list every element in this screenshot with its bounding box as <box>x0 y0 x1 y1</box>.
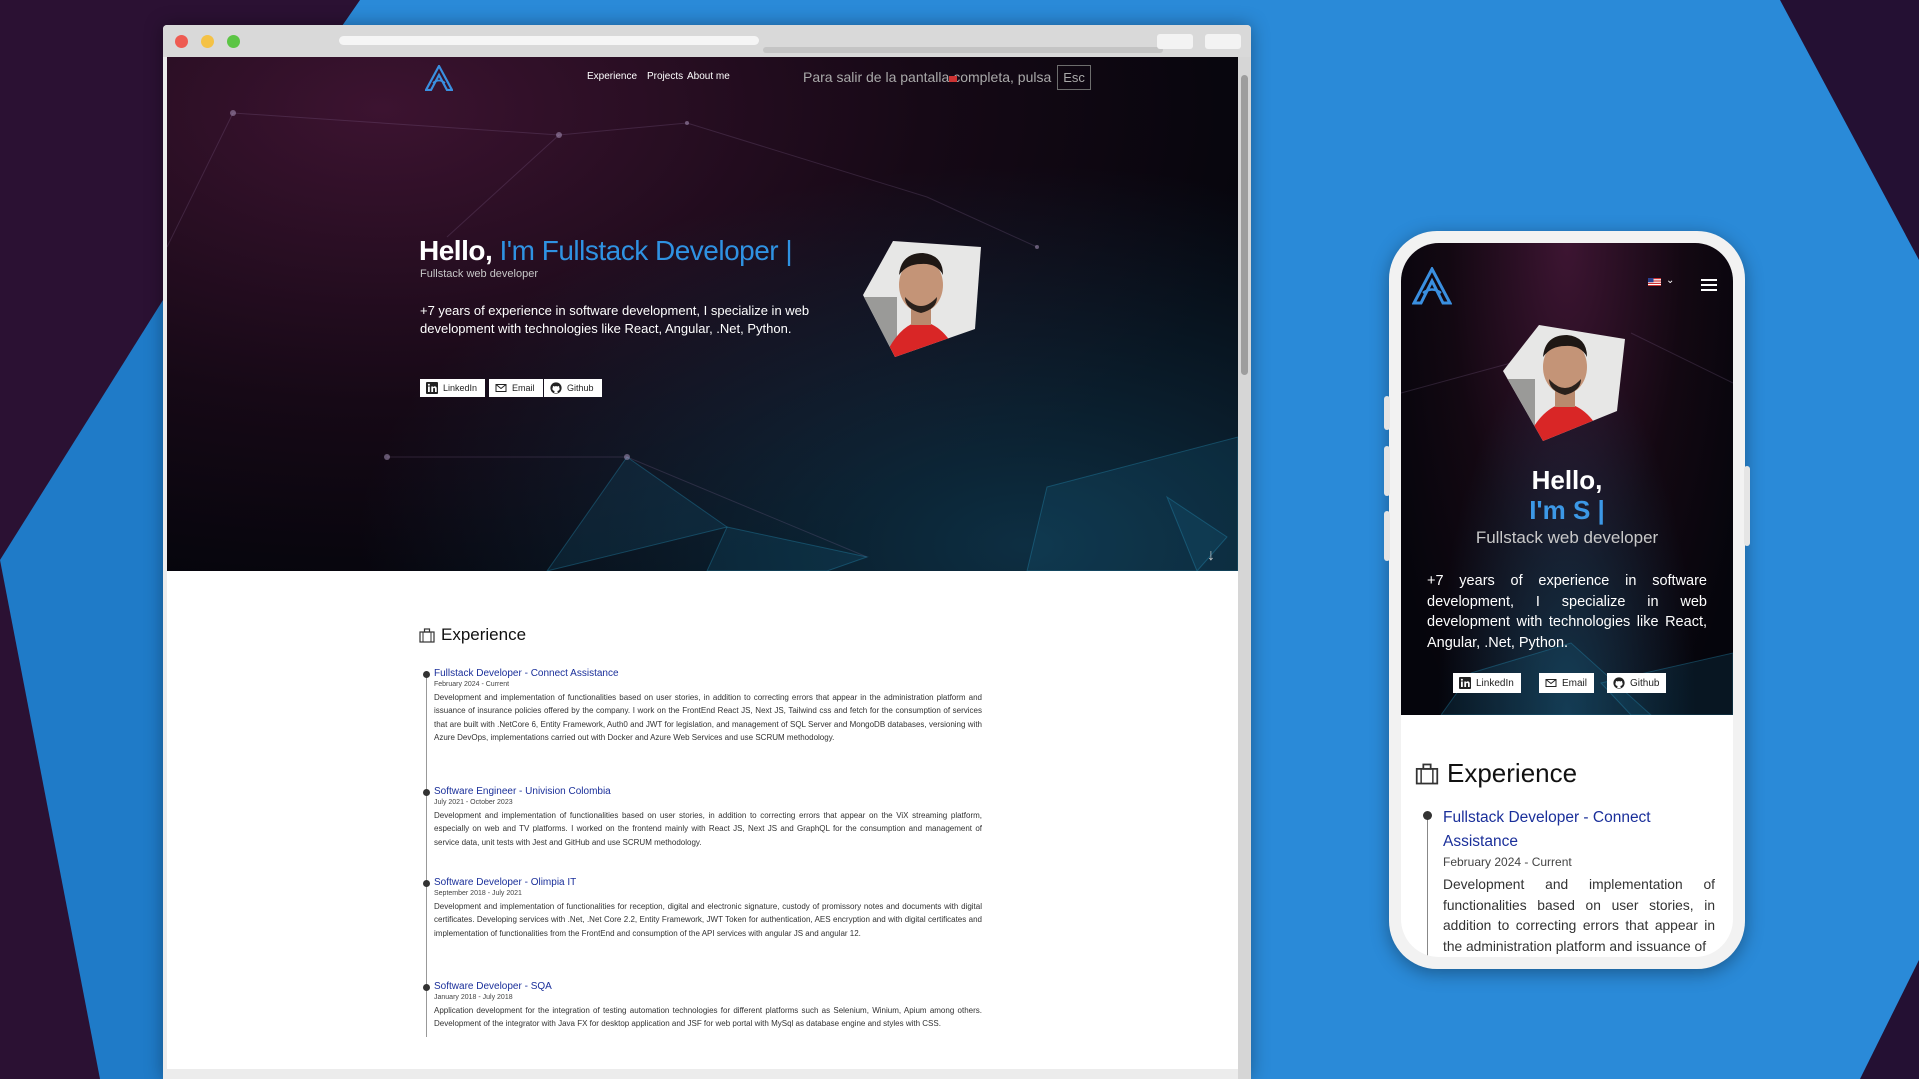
language-flag-icon[interactable] <box>949 76 957 82</box>
phone-side-button <box>1384 396 1390 430</box>
timeline-bullet <box>423 789 430 796</box>
timeline-bullet <box>423 984 430 991</box>
phone-power-button <box>1744 466 1750 546</box>
job-description: Application development for the integrat… <box>434 1006 982 1029</box>
mail-icon <box>495 384 507 392</box>
hero-hello: Hello, <box>419 235 493 266</box>
scrollbar-thumb[interactable] <box>1241 75 1248 375</box>
desktop-browser-window: Experience Projects About me Para salir … <box>163 25 1251 1079</box>
us-flag-icon[interactable] <box>1648 278 1661 286</box>
nav-about-link[interactable]: About me <box>687 71 730 82</box>
desktop-page-viewport: Experience Projects About me Para salir … <box>167 57 1238 1079</box>
hero-headline: I'm Fullstack Developer | <box>499 235 793 266</box>
email-button[interactable]: Email <box>489 379 543 397</box>
job-entry: Software Developer - Olimpia IT Septembe… <box>423 877 982 940</box>
job-entry: Fullstack Developer - Connect Assistance… <box>423 668 982 745</box>
timeline-bullet <box>423 671 430 678</box>
job-date: February 2024 - Current <box>434 681 510 688</box>
minimize-window-button[interactable] <box>201 35 214 48</box>
fullscreen-notice: Para salir de la pantalla completa, puls… <box>803 63 1091 91</box>
mobile-experience-title: Experience <box>1447 758 1578 788</box>
job-title[interactable]: Fullstack Developer - Connect Assistance <box>434 668 982 679</box>
site-logo-icon[interactable] <box>425 65 453 91</box>
job-description: Development and implementation of functi… <box>434 811 982 847</box>
experience-heading: Experience <box>419 625 526 645</box>
mail-icon <box>1545 679 1557 687</box>
job-description: Development and implementation of functi… <box>434 902 982 938</box>
address-bar-progress <box>763 47 1163 53</box>
desktop-hero-section: Experience Projects About me Para salir … <box>167 57 1238 571</box>
job-title[interactable]: Software Developer - Olimpia IT <box>434 877 982 888</box>
job-date: July 2021 - October 2023 <box>434 799 513 806</box>
hero-subtitle: Fullstack web developer <box>420 268 539 280</box>
mobile-phone-mockup: ⌄ Hello, I'm S | Fullstack web developer… <box>1384 231 1750 969</box>
scroll-down-arrow-icon[interactable]: ↓ <box>1207 547 1215 565</box>
timeline-bullet <box>1423 811 1432 820</box>
hamburger-menu-icon[interactable] <box>1701 279 1717 291</box>
mobile-hero-subtitle: Fullstack web developer <box>1475 528 1659 547</box>
hero-heading: Hello, I'm Fullstack Developer | <box>419 235 793 267</box>
mobile-site-logo-icon[interactable] <box>1412 267 1452 305</box>
job-description: Development and implementation of functi… <box>434 693 982 743</box>
fullscreen-notice-text: Para salir de la pantalla completa, puls… <box>803 69 1052 85</box>
mobile-github-button[interactable]: Github <box>1607 673 1667 693</box>
experience-title: Experience <box>441 625 527 644</box>
mobile-linkedin-button[interactable]: LinkedIn <box>1453 673 1521 693</box>
job-title[interactable]: Software Developer - SQA <box>434 981 982 992</box>
job-date: January 2018 - July 2018 <box>434 994 513 1001</box>
mobile-hero-section: ⌄ Hello, I'm S | Fullstack web developer… <box>1401 243 1733 715</box>
timeline-bullet <box>423 880 430 887</box>
mobile-email-button[interactable]: Email <box>1539 673 1595 693</box>
mobile-job-description: Development and implementation of functi… <box>1443 877 1715 954</box>
linkedin-icon <box>426 382 438 394</box>
page-scrollbar[interactable] <box>1238 57 1251 1079</box>
mobile-hero-hello: Hello, <box>1531 465 1603 495</box>
mobile-email-label: Email <box>1562 677 1588 689</box>
github-button[interactable]: Github <box>544 379 602 397</box>
mobile-hero-headline: I'm S | <box>1529 495 1605 525</box>
mobile-github-label: Github <box>1630 677 1660 689</box>
mobile-hero-description: +7 years of experience in software devel… <box>1427 573 1707 651</box>
profile-photo <box>863 241 981 357</box>
mobile-experience-timeline <box>1427 817 1428 957</box>
mobile-linkedin-label: LinkedIn <box>1476 677 1514 689</box>
mobile-job-date: February 2024 - Current <box>1443 855 1572 869</box>
browser-titlebar <box>163 25 1251 57</box>
linkedin-icon <box>1459 677 1471 689</box>
phone-volume-up-button <box>1384 446 1390 496</box>
job-title[interactable]: Software Engineer - Univision Colombia <box>434 786 982 797</box>
esc-key-hint: Esc <box>1057 64 1091 90</box>
github-icon <box>1613 677 1625 689</box>
nav-projects-link[interactable]: Projects <box>647 71 683 82</box>
briefcase-icon <box>419 627 435 643</box>
email-label: Email <box>512 383 535 393</box>
mobile-profile-photo <box>1503 325 1625 441</box>
job-date: September 2018 - July 2021 <box>434 890 522 897</box>
briefcase-icon <box>1415 763 1439 784</box>
language-chevron-down-icon[interactable]: ⌄ <box>1666 275 1674 286</box>
github-label: Github <box>567 383 594 393</box>
linkedin-button[interactable]: LinkedIn <box>420 379 486 397</box>
maximize-window-button[interactable] <box>227 35 240 48</box>
mobile-job-title[interactable]: Fullstack Developer - Connect Assistance <box>1443 806 1693 854</box>
mobile-screen: ⌄ Hello, I'm S | Fullstack web developer… <box>1401 243 1733 957</box>
job-entry: Software Developer - SQA January 2018 - … <box>423 981 982 1031</box>
mobile-experience-heading: Experience <box>1415 758 1577 789</box>
page-footer-strip <box>167 1069 1238 1079</box>
nav-experience-link[interactable]: Experience <box>587 71 637 82</box>
github-icon <box>550 382 562 394</box>
browser-toolbar-button[interactable] <box>1205 34 1241 49</box>
close-window-button[interactable] <box>175 35 188 48</box>
browser-toolbar-button[interactable] <box>1157 34 1193 49</box>
job-entry: Software Engineer - Univision Colombia J… <box>423 786 982 849</box>
experience-timeline <box>426 671 427 1037</box>
linkedin-label: LinkedIn <box>443 383 478 393</box>
address-bar[interactable] <box>339 36 759 45</box>
hero-description: +7 years of experience in software devel… <box>420 303 810 336</box>
phone-volume-down-button <box>1384 511 1390 561</box>
